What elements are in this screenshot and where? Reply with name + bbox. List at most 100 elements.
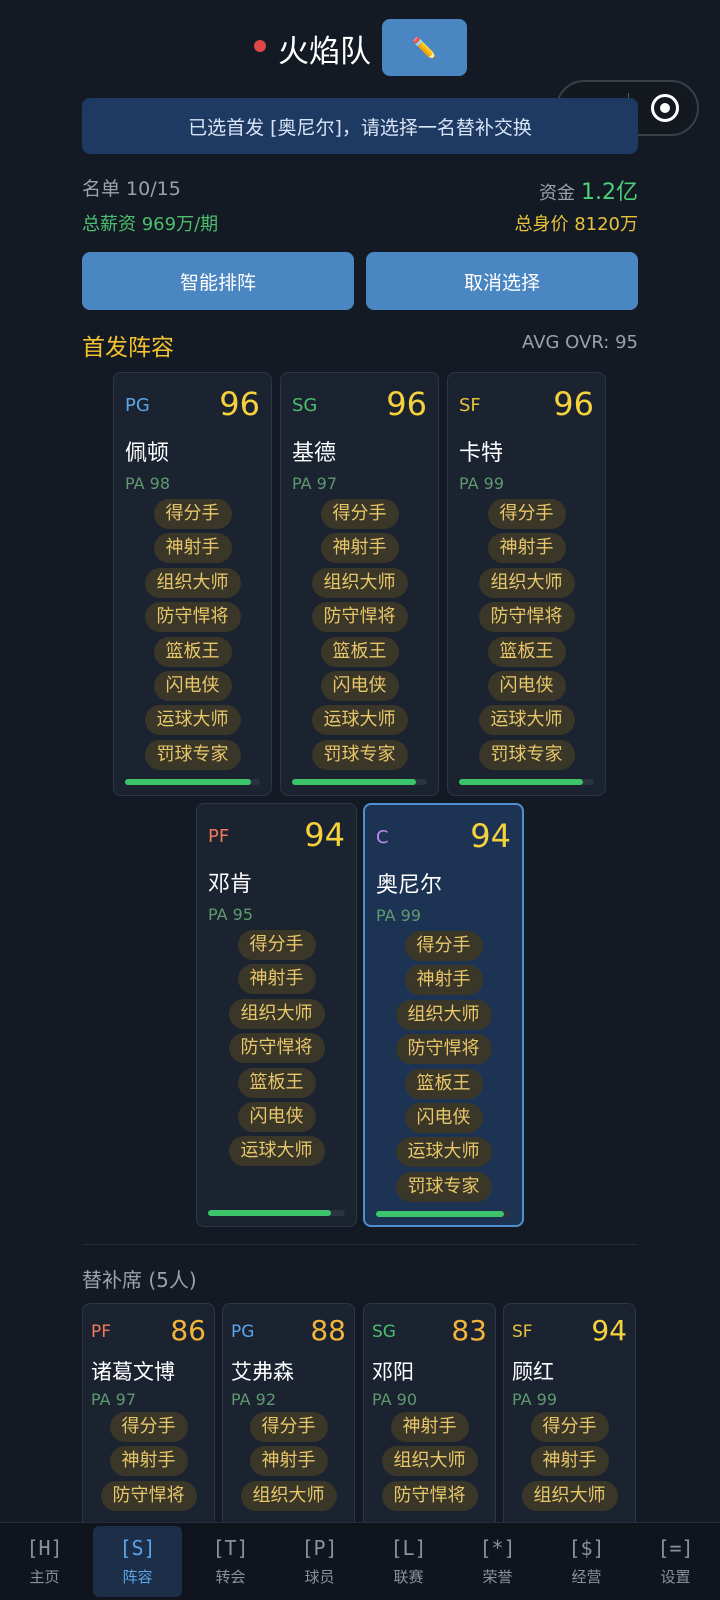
bench-card[interactable]: SG 83 邓阳 PA 90 神射手 组织大师 防守悍将	[363, 1303, 496, 1543]
starter-card[interactable]: C 94 奥尼尔 PA 99 得分手 神射手 组织大师 防守悍将 篮板王 闪电侠 运球大师 罚球专家	[363, 803, 524, 1227]
skill-tags: 得分手 神射手 组织大师	[223, 1412, 354, 1515]
skill-tag: 组织大师	[228, 998, 325, 1029]
skill-tag: 罚球专家	[144, 739, 241, 770]
skill-tag: 神射手	[153, 533, 232, 564]
nav-item-settings[interactable]: [=] 设置	[631, 1523, 720, 1600]
selection-notice: 已选首发 [奥尼尔]，请选择一名替补交换	[82, 98, 638, 154]
skill-tag: 防守悍将	[381, 1480, 478, 1511]
starter-card[interactable]: SG 96 基德 PA 97 得分手 神射手 组织大师 防守悍将 篮板王 闪电侠 运球大师 罚球专家	[280, 372, 439, 796]
bench-card[interactable]: SF 94 顾红 PA 99 得分手 神射手 组织大师	[503, 1303, 636, 1543]
player-name: 顾红	[512, 1360, 554, 1384]
nav-item-honors[interactable]: [*] 荣誉	[453, 1523, 542, 1600]
nav-item-business[interactable]: [$] 经营	[542, 1523, 631, 1600]
honors-icon: [*]	[479, 1536, 516, 1560]
skill-tag: 闪电侠	[487, 670, 566, 701]
skill-tag: 得分手	[320, 499, 399, 529]
average-ovr: AVG OVR: 95	[522, 332, 638, 353]
skill-tags: 得分手 神射手 组织大师 防守悍将 篮板王 闪电侠 运球大师 罚球专家	[114, 499, 271, 774]
auto-lineup-button[interactable]: 智能排阵	[82, 252, 354, 310]
divider	[82, 1244, 638, 1245]
skill-tags: 得分手 神射手 组织大师 防守悍将 篮板王 闪电侠 运球大师	[197, 930, 356, 1171]
skill-tag: 闪电侠	[237, 1101, 316, 1132]
bench-card[interactable]: PG 88 艾弗森 PA 92 得分手 神射手 组织大师	[222, 1303, 355, 1543]
potential-label: PA 90	[372, 1390, 418, 1409]
player-name: 卡特	[459, 441, 504, 466]
position-label: PF	[208, 826, 230, 847]
nav-label: 球员	[304, 1568, 335, 1586]
skill-tag: 神射手	[249, 1446, 328, 1477]
skill-tags: 得分手 神射手 组织大师 防守悍将 篮板王 闪电侠 运球大师 罚球专家	[448, 499, 605, 774]
potential-label: PA 99	[459, 474, 505, 493]
potential-label: PA 99	[376, 906, 422, 925]
lineup-icon: [S]	[119, 1536, 156, 1560]
nav-label: 经营	[571, 1568, 602, 1586]
status-dot	[254, 40, 266, 52]
condition-bar	[208, 1210, 345, 1216]
potential-label: PA 97	[91, 1390, 137, 1409]
bench-title: 替补席 (5人)	[82, 1268, 197, 1292]
skill-tag: 组织大师	[478, 567, 575, 598]
funds: 资金 1.2亿	[539, 174, 638, 206]
skill-tag: 运球大师	[395, 1137, 492, 1168]
player-name: 邓肯	[208, 872, 253, 897]
header: 火焰队 ✏️	[0, 18, 720, 78]
skill-tag: 闪电侠	[153, 670, 232, 701]
skill-tag: 篮板王	[487, 636, 566, 667]
starter-card[interactable]: PG 96 佩顿 PA 98 得分手 神射手 组织大师 防守悍将 篮板王 闪电侠 运球大师 罚球专家	[113, 372, 272, 796]
player-name: 佩顿	[125, 441, 170, 466]
nav-item-transfer[interactable]: [T] 转会	[186, 1523, 275, 1600]
skill-tag: 组织大师	[381, 1446, 478, 1477]
edit-team-button[interactable]: ✏️	[382, 19, 467, 76]
skill-tag: 得分手	[404, 931, 483, 961]
condition-bar	[459, 779, 594, 785]
skill-tag: 运球大师	[144, 705, 241, 736]
total-value: 总身价 8120万	[514, 214, 638, 235]
starter-card[interactable]: PF 94 邓肯 PA 95 得分手 神射手 组织大师 防守悍将 篮板王 闪电侠 运球大师	[196, 803, 357, 1227]
skill-tag: 得分手	[249, 1412, 328, 1442]
nav-label: 联赛	[393, 1568, 424, 1586]
skill-tag: 神射手	[109, 1446, 188, 1477]
position-label: PG	[125, 395, 150, 416]
nav-label: 阵容	[122, 1568, 153, 1586]
skill-tag: 防守悍将	[144, 602, 241, 633]
ovr-rating: 86	[170, 1314, 206, 1347]
nav-item-lineup[interactable]: [S] 阵容	[93, 1526, 182, 1597]
bench-card[interactable]: PF 86 诸葛文博 PA 97 得分手 神射手 防守悍将	[82, 1303, 215, 1543]
skill-tags: 得分手 神射手 组织大师	[504, 1412, 635, 1515]
starters-title: 首发阵容	[82, 335, 174, 361]
skill-tags: 得分手 神射手 防守悍将	[83, 1412, 214, 1515]
skill-tag: 神射手	[530, 1446, 609, 1477]
skill-tag: 得分手	[530, 1412, 609, 1442]
skill-tags: 得分手 神射手 组织大师 防守悍将 篮板王 闪电侠 运球大师 罚球专家	[365, 931, 522, 1206]
funds-value: 1.2亿	[581, 180, 638, 205]
nav-item-players[interactable]: [P] 球员	[275, 1523, 364, 1600]
skill-tags: 神射手组织大师 防守悍将	[364, 1412, 495, 1515]
position-label: SF	[512, 1322, 533, 1342]
nav-label: 转会	[215, 1568, 246, 1586]
league-icon: [L]	[390, 1536, 427, 1560]
condition-bar-fill	[376, 1211, 505, 1217]
skill-tag: 篮板王	[404, 1068, 483, 1099]
skill-tag: 运球大师	[311, 705, 408, 736]
skill-tag: 得分手	[487, 499, 566, 529]
skill-tag: 神射手	[237, 964, 316, 995]
condition-bar-fill	[125, 779, 251, 785]
roster-count: 名单 10/15	[82, 178, 181, 200]
skill-tag: 防守悍将	[228, 1033, 325, 1064]
starter-card[interactable]: SF 96 卡特 PA 99 得分手 神射手 组织大师 防守悍将 篮板王 闪电侠 运球大师 罚球专家	[447, 372, 606, 796]
skill-tag: 组织大师	[311, 567, 408, 598]
skill-tag: 神射手	[390, 1412, 469, 1442]
bottom-nav: [H] 主页 [S] 阵容 [T] 转会 [P] 球员 [L] 联赛 [*] 荣誉 [$] 经营 [=] 设置	[0, 1522, 720, 1600]
cancel-selection-button[interactable]: 取消选择	[366, 252, 638, 310]
funds-label: 资金	[539, 183, 575, 204]
position-label: PF	[91, 1322, 112, 1342]
player-name: 艾弗森	[231, 1360, 294, 1384]
nav-label: 荣誉	[482, 1568, 513, 1586]
condition-bar-fill	[208, 1210, 332, 1216]
potential-label: PA 98	[125, 474, 171, 493]
skill-tag: 闪电侠	[320, 670, 399, 701]
total-salary: 总薪资 969万/期	[82, 214, 219, 235]
nav-item-home[interactable]: [H] 主页	[0, 1523, 89, 1600]
nav-item-league[interactable]: [L] 联赛	[364, 1523, 453, 1600]
close-miniprogram-icon[interactable]	[651, 94, 679, 122]
